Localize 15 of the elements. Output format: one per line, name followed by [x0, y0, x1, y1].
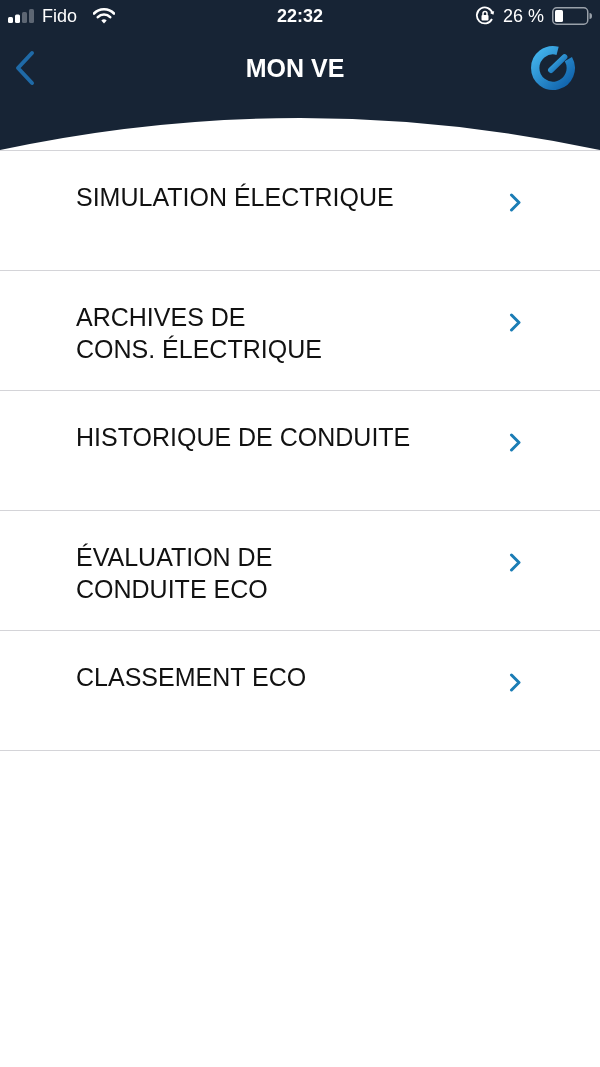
chevron-right-icon: [509, 673, 522, 692]
status-time: 22:32: [276, 7, 323, 25]
chevron-right-icon: [509, 433, 522, 452]
back-chevron-icon[interactable]: [14, 50, 36, 86]
ring-logo-icon: [530, 45, 576, 91]
rotation-lock-icon: [474, 6, 495, 26]
chevron-right-icon: [509, 313, 522, 332]
wifi-icon: [93, 8, 115, 24]
chevron-right-icon: [509, 553, 522, 572]
battery-icon: [552, 7, 592, 25]
chevron-right-icon: [509, 193, 522, 212]
page-title: MON VE: [245, 55, 345, 81]
carrier-name: Fido: [42, 7, 77, 25]
signal-bars-icon: [8, 9, 36, 23]
battery-percentage: 26 %: [502, 7, 544, 25]
